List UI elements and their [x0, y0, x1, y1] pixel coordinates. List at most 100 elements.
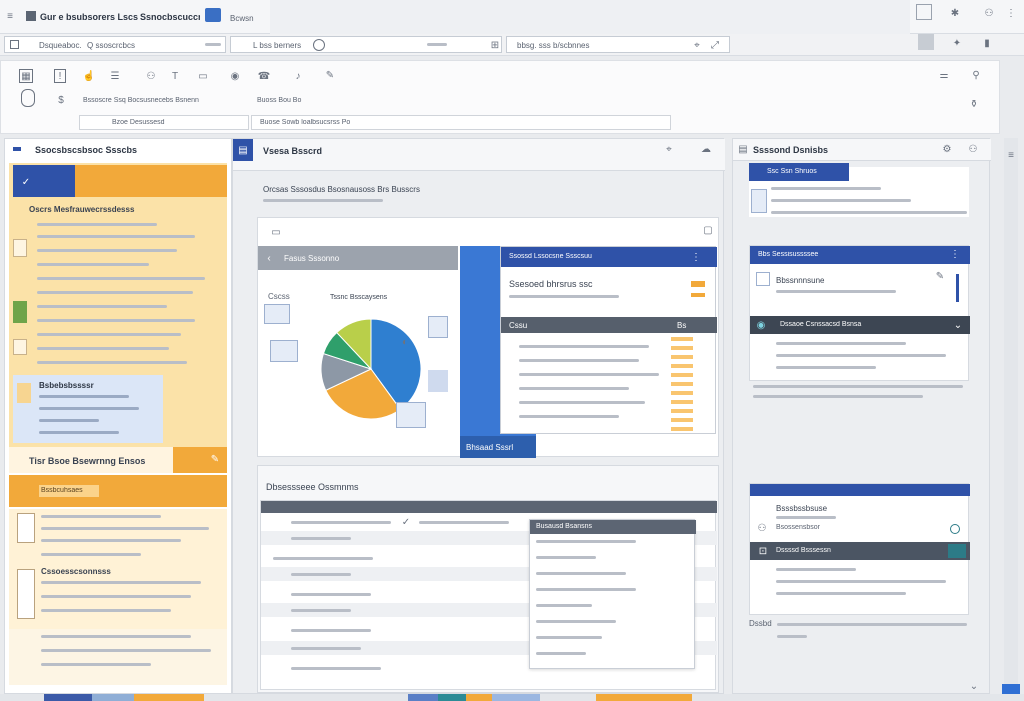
doc-lower-icon-2 — [17, 569, 35, 619]
tab-label[interactable]: Bcwsn — [230, 14, 270, 23]
nested-list-row[interactable] — [519, 415, 619, 418]
music-icon[interactable]: ♪ — [291, 69, 305, 83]
dialog-tab-label: Fasus Sssonno — [284, 254, 340, 263]
nested-list-row[interactable] — [519, 387, 629, 390]
expand-icon[interactable]: ⤢ — [709, 39, 721, 51]
text-icon[interactable]: T — [169, 69, 181, 83]
ribbon-row-3: Bzoe Desussesd — [112, 119, 165, 126]
hamburger-menu-icon[interactable]: ≡ — [4, 10, 16, 22]
right-card-2-bar[interactable]: ⊡ Dssssd Bsssessn — [750, 542, 970, 560]
strip-mid-blue — [408, 694, 438, 701]
account-icon[interactable]: ⚇ — [982, 6, 996, 20]
right-card-2-bar-chip[interactable] — [948, 544, 966, 558]
strip-amber — [466, 694, 492, 701]
nested-list-row[interactable] — [519, 401, 645, 404]
field-2-text: Q ssoscrcbcs — [87, 41, 136, 50]
blue-button[interactable]: Bhsaad Sssrl — [460, 436, 536, 458]
lamp-icon[interactable]: ⚱ — [967, 97, 981, 111]
back-icon[interactable]: ‹ — [264, 252, 274, 264]
right-scroll-up[interactable]: ≡ — [1006, 150, 1016, 161]
info-icon[interactable]: ! — [54, 69, 66, 83]
right-card-1-bar[interactable]: ◉ Dssaoe Csnssacsd Bsnsa ⌄ — [750, 316, 970, 334]
pin-icon[interactable]: ⌖ — [691, 39, 703, 51]
overlay-line[interactable] — [536, 588, 636, 591]
strip-light — [492, 694, 540, 701]
right-card-1-header: Bbs Sessisussssee ⋮ — [750, 246, 970, 264]
lower-line — [41, 539, 181, 542]
overlay-line[interactable] — [536, 636, 602, 639]
screen-icon[interactable]: ▭ — [197, 69, 209, 83]
center-title: Vsesa Bsscrd — [263, 146, 323, 156]
right-card-1-scroll[interactable] — [956, 274, 959, 302]
camera-icon[interactable]: ◉ — [227, 69, 243, 83]
table-icon[interactable]: ▦ — [19, 69, 33, 83]
right-notify-tab[interactable]: Ssc Ssn Shruos — [749, 163, 849, 181]
overlay-line[interactable] — [536, 556, 596, 559]
overlay-line[interactable] — [536, 572, 626, 575]
right-card-1-bar-text: Dssaoe Csnssacsd Bsnsa — [780, 321, 862, 328]
orange-banner[interactable]: Bssbcuhsaes — [9, 475, 227, 507]
nested-list — [501, 337, 717, 433]
nested-list-row[interactable] — [519, 345, 649, 348]
right-card-1-bar-more[interactable]: ⌄ — [952, 318, 964, 332]
hand-icon[interactable]: ☝ — [83, 69, 95, 83]
phone-icon[interactable]: ☎ — [257, 69, 271, 83]
filter-icon[interactable]: ⚌ — [937, 69, 951, 81]
checkbox-icon[interactable] — [10, 40, 19, 49]
ribbon-field-a[interactable]: Bzoe Desussesd — [79, 115, 249, 130]
center-cloud-icon[interactable]: ☁ — [699, 143, 713, 155]
people-icon[interactable]: ⚇ — [143, 69, 159, 83]
nested-list-bar[interactable]: Cssu Bs — [501, 317, 717, 333]
overlay-line[interactable] — [536, 620, 616, 623]
box-icon[interactable] — [918, 34, 934, 50]
band-orange-tab[interactable]: ✎ — [173, 447, 227, 473]
right-card-1-line — [776, 366, 876, 369]
blue-button-label: Bhsaad Sssrl — [466, 443, 514, 452]
right-card-1-pin[interactable]: ✎ — [934, 270, 946, 282]
list-line — [37, 319, 195, 322]
mouse-icon[interactable] — [21, 89, 35, 107]
more-icon[interactable]: ⋮ — [1004, 6, 1018, 20]
list-icon[interactable]: ☰ — [109, 69, 121, 83]
chart-card-icon-2 — [270, 340, 298, 362]
lower-line — [41, 663, 151, 666]
overlay-line[interactable] — [536, 604, 592, 607]
dollar-icon[interactable]: $ — [55, 93, 67, 107]
section-header: Oscrs Mesfrauwecrssdesss — [29, 205, 135, 214]
bin-icon[interactable]: ▮ — [980, 36, 994, 50]
center-header: ▤ Vsesa Bsscrd ⌖ ☁ — [233, 139, 725, 171]
toolbar-field-2[interactable]: L bss berners ⊞ — [230, 36, 502, 53]
nested-card-section: Ssesoed bhrsrus ssc — [509, 279, 593, 289]
chart-dialog: ▭ ▢ ‹ Fasus Sssonno Cscss Tssnc Bsscayse… — [257, 217, 719, 458]
center-pin-icon[interactable]: ⌖ — [663, 143, 675, 155]
link-icon[interactable]: ⊞ — [489, 39, 501, 51]
overlay-line[interactable] — [536, 652, 586, 655]
toolbar-field-3[interactable]: bbsg. sss b/scbnnes ⌖ ⤢ — [506, 36, 730, 53]
lower-line — [41, 581, 201, 584]
blue-header-block[interactable]: ✓ — [13, 165, 75, 197]
overlay-line[interactable] — [536, 540, 636, 543]
right-card-2-ring[interactable] — [950, 524, 960, 534]
nested-list-row[interactable] — [519, 359, 639, 362]
grid-icon[interactable] — [916, 4, 932, 20]
lower-table-line — [291, 537, 351, 540]
right-down-icon[interactable]: ⌄ — [969, 681, 979, 692]
pen-icon[interactable]: ✎ — [323, 67, 337, 83]
toolbar-field-1[interactable]: Dsqueaboc. Q ssoscrcbcs — [4, 36, 226, 53]
dialog-tab-bar[interactable]: ‹ Fasus Sssonno — [258, 246, 458, 270]
puzzle-icon[interactable]: ✦ — [950, 36, 964, 50]
right-close-icon[interactable]: ⚇ — [967, 143, 979, 155]
settings-icon[interactable]: ✱ — [948, 6, 962, 20]
person-icon[interactable]: ⚲ — [969, 69, 983, 81]
blue-subcard-line — [39, 407, 139, 410]
ribbon-field-b[interactable]: Buose Sowb loalbsucsrss Po — [251, 115, 671, 130]
window-icon[interactable] — [205, 8, 221, 22]
nested-list-row[interactable] — [519, 373, 659, 376]
nested-more-icon[interactable]: ⋮ — [691, 251, 701, 263]
right-card-1-more[interactable]: ⋮ — [950, 248, 960, 260]
right-settings-icon[interactable]: ⚙ — [941, 143, 953, 155]
dialog-chat-icon[interactable]: ▢ — [702, 224, 714, 236]
right-scrollbar[interactable]: ≡ — [1004, 138, 1018, 684]
blue-subcard-line — [39, 395, 129, 398]
list-line — [37, 223, 157, 226]
